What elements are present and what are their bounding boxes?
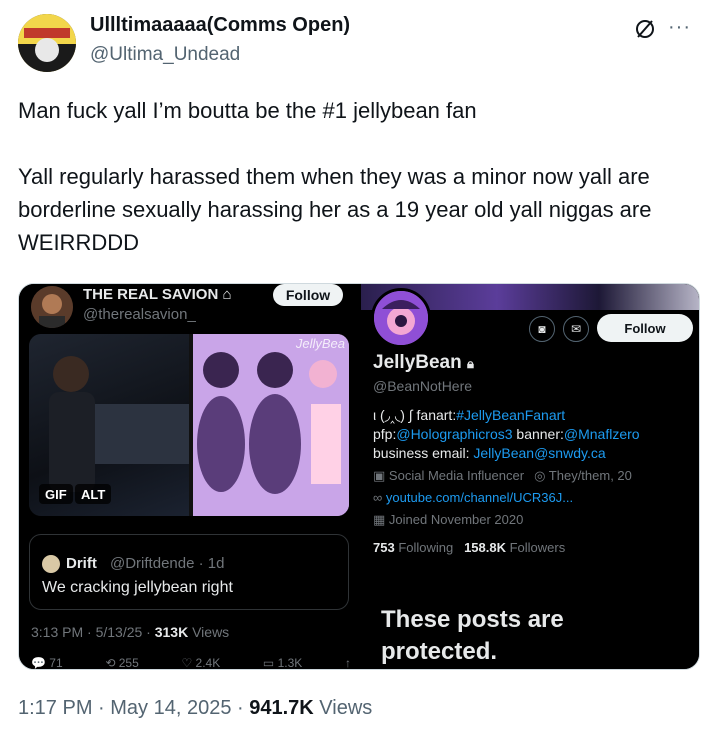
briefcase-icon: ▣	[373, 468, 386, 483]
savion-avatar	[31, 286, 73, 328]
author-name[interactable]: Ullltimaaaaa(Comms Open)	[90, 14, 350, 37]
savion-follow-button: Follow	[273, 284, 343, 306]
jellybean-info-row-3: ▦ Joined November 2020	[373, 512, 524, 527]
drift-reply-text: We cracking jellybean right	[42, 579, 233, 596]
protected-notice: These posts are protected.	[381, 606, 564, 665]
tweet-line-2: Yall regularly harassed them when they w…	[18, 164, 652, 255]
jellybean-avatar	[371, 288, 431, 348]
drift-avatar	[42, 555, 60, 573]
reply-icon: 💬 71	[31, 656, 63, 670]
tweet-media[interactable]: THE REAL SAVION ⌂ @therealsavion_ Follow	[18, 283, 700, 670]
author-handle[interactable]: @Ultima_Undead	[90, 44, 240, 66]
art-watermark: JellyBea	[295, 336, 345, 351]
tweet-line-1: Man fuck yall I’m boutta be the #1 jelly…	[18, 98, 477, 123]
bookmark-icon: ▭ 1.3K	[262, 656, 303, 670]
alt-badge: ALT	[75, 484, 112, 504]
savion-name: THE REAL SAVION ⌂	[83, 286, 232, 303]
screenshot-profile[interactable]: ◙ ✉ Follow JellyBean 🔒︎ @BeanNotHere ι (…	[361, 284, 699, 669]
jellybean-bio: ι (◞‸◟) ∫ fanart:#JellyBeanFanart pfp:@H…	[373, 407, 640, 461]
retweet-icon: ⟲ 255	[105, 656, 139, 670]
gif-badge: GIF	[39, 484, 73, 504]
quoted-reply-card: Drift @Driftdende · 1d We cracking jelly…	[29, 534, 349, 610]
tweet-text: Man fuck yall I’m boutta be the #1 jelly…	[18, 94, 698, 259]
slashed-circle-icon[interactable]	[634, 18, 656, 40]
jellybean-stats: 753 Following 158.8K Followers	[373, 540, 566, 555]
link-icon: ∞	[373, 490, 383, 505]
character-art: JellyBea	[193, 334, 349, 516]
drift-handle: @Driftdende · 1d	[110, 555, 225, 572]
screenshot-quoted-post[interactable]: THE REAL SAVION ⌂ @therealsavion_ Follow	[19, 284, 359, 670]
savion-handle: @therealsavion_	[83, 306, 196, 323]
jellybean-info-row-2: ∞ youtube.com/channel/UCR36J...	[373, 490, 574, 505]
drift-name: Drift	[66, 555, 97, 572]
jellybean-handle: @BeanNotHere	[373, 378, 473, 394]
quoted-meta: 3:13 PM · 5/13/25 · 313K Views	[31, 624, 230, 640]
location-icon: ◎	[534, 468, 546, 483]
org-badge-icon: ⌂	[222, 286, 232, 303]
quoted-action-bar: 💬 71 ⟲ 255 ♡ 2.4K ▭ 1.3K ↑	[31, 656, 351, 670]
author-avatar[interactable]	[18, 14, 76, 72]
jellybean-info-row-1: ▣ Social Media Influencer ◎ They/them, 2…	[373, 468, 632, 483]
quoted-media: JellyBea GIF ALT	[29, 334, 349, 516]
calendar-icon: ▦	[373, 512, 386, 527]
share-icon: ↑	[344, 656, 351, 670]
tweet-timestamp[interactable]: 1:17 PM · May 14, 2025 · 941.7K Views	[18, 697, 372, 720]
camera-icon: ◙	[529, 316, 555, 342]
message-icon: ✉	[563, 316, 589, 342]
jellybean-follow-button: Follow	[597, 314, 693, 342]
jellybean-name: JellyBean 🔒︎	[373, 352, 474, 373]
like-icon: ♡ 2.4K	[181, 656, 221, 670]
lock-icon: 🔒︎	[467, 356, 474, 371]
more-options-icon[interactable]: ···	[668, 16, 691, 39]
